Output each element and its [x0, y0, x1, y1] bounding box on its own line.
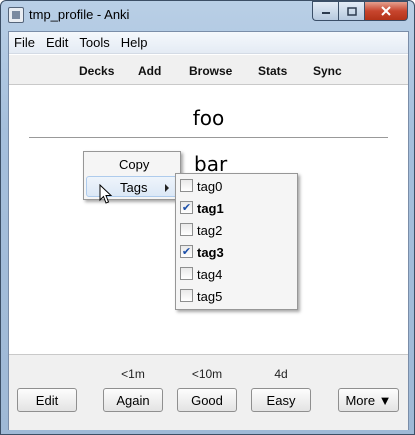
- tag-item-tag0[interactable]: tag0: [178, 175, 294, 197]
- tag4-checkbox[interactable]: [180, 267, 193, 280]
- menu-tools[interactable]: Tools: [74, 32, 115, 54]
- again-interval: <1m: [121, 367, 145, 381]
- add-link[interactable]: Add: [138, 64, 161, 78]
- bottom-bar: <1m <10m 4d Edit Again Good Easy More ▼: [9, 354, 408, 430]
- menu-help[interactable]: Help: [116, 32, 154, 54]
- tag-item-tag5[interactable]: tag5: [178, 285, 294, 307]
- edit-button[interactable]: Edit: [17, 388, 77, 412]
- tag1-label: tag1: [197, 201, 224, 216]
- card-front-text: foo: [192, 106, 225, 130]
- context-menu-tags-label: Tags: [120, 180, 148, 195]
- sync-link[interactable]: Sync: [313, 64, 342, 78]
- maximize-glyph: [346, 6, 357, 16]
- minimize-glyph: [321, 12, 330, 14]
- checkmark-icon: ✔: [181, 201, 192, 214]
- tag-item-tag4[interactable]: tag4: [178, 263, 294, 285]
- tag-item-tag1[interactable]: ✔ tag1: [178, 197, 294, 219]
- tag3-checkbox[interactable]: ✔: [180, 245, 193, 258]
- easy-button[interactable]: Easy: [251, 388, 311, 412]
- good-button[interactable]: Good: [177, 388, 237, 412]
- menu-bar: File Edit Tools Help: [9, 32, 408, 54]
- window-title: tmp_profile - Anki: [29, 7, 130, 22]
- context-menu: Copy Tags: [83, 151, 181, 200]
- mouse-cursor-icon: [99, 184, 113, 204]
- close-icon[interactable]: [364, 1, 408, 21]
- close-glyph: [381, 6, 391, 16]
- tag-item-tag2[interactable]: tag2: [178, 219, 294, 241]
- easy-interval: 4d: [274, 367, 288, 381]
- window-controls: [312, 1, 408, 21]
- menu-edit[interactable]: Edit: [41, 32, 74, 54]
- decks-link[interactable]: Decks: [79, 64, 114, 78]
- tags-submenu: tag0 ✔ tag1 tag2 ✔ tag3 tag4 tag5: [175, 173, 298, 310]
- tag4-label: tag4: [197, 267, 223, 282]
- tag-item-tag3[interactable]: ✔ tag3: [178, 241, 294, 263]
- tag3-label: tag3: [197, 245, 224, 260]
- stats-link[interactable]: Stats: [258, 64, 287, 78]
- checkmark-icon: ✔: [181, 245, 192, 258]
- tag0-checkbox[interactable]: [180, 179, 193, 192]
- context-menu-copy[interactable]: Copy: [86, 154, 178, 175]
- tag1-checkbox[interactable]: ✔: [180, 201, 193, 214]
- title-bar[interactable]: tmp_profile - Anki: [1, 1, 414, 29]
- top-toolbar: Decks Add Browse Stats Sync: [9, 55, 408, 85]
- tag2-checkbox[interactable]: [180, 223, 193, 236]
- tag0-label: tag0: [197, 179, 223, 194]
- maximize-icon[interactable]: [338, 1, 364, 21]
- tag5-checkbox[interactable]: [180, 289, 193, 302]
- menu-file[interactable]: File: [9, 32, 41, 54]
- tag2-label: tag2: [197, 223, 223, 238]
- again-button[interactable]: Again: [103, 388, 163, 412]
- minimize-icon[interactable]: [312, 1, 338, 21]
- tag5-label: tag5: [197, 289, 223, 304]
- good-interval: <10m: [191, 367, 223, 381]
- browse-link[interactable]: Browse: [189, 64, 232, 78]
- more-button[interactable]: More ▼: [338, 388, 399, 412]
- anki-app-icon[interactable]: [8, 7, 24, 23]
- chevron-right-icon: [165, 184, 169, 192]
- answer-divider: [29, 137, 388, 138]
